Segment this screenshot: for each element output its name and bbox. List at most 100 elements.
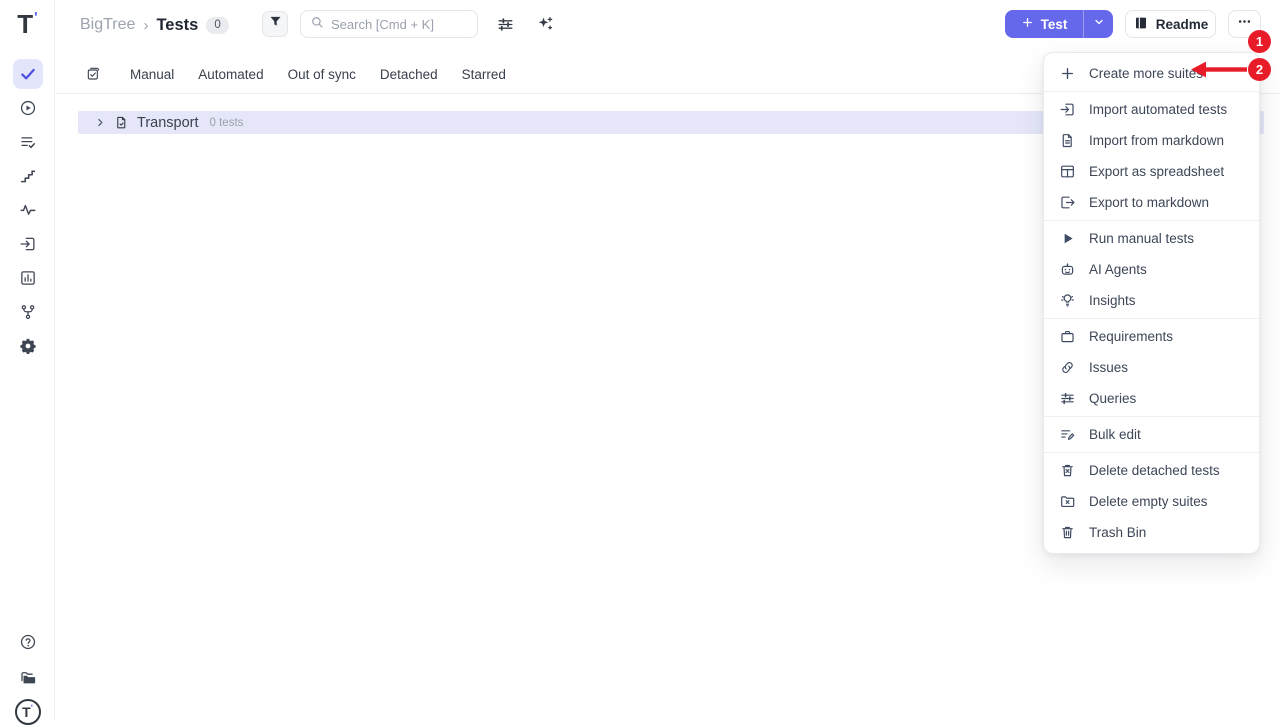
menu-item-export-to-markdown[interactable]: Export to markdown [1044, 187, 1259, 218]
menu-item-trash-bin[interactable]: Trash Bin [1044, 517, 1259, 548]
folder-x-icon [1059, 493, 1076, 510]
account-avatar[interactable]: T' [15, 699, 41, 725]
menu-divider [1044, 91, 1259, 92]
sliders-icon [496, 21, 515, 38]
menu-item-queries[interactable]: Queries [1044, 383, 1259, 414]
menu-divider [1044, 220, 1259, 221]
sidebar-item-branches[interactable] [13, 297, 43, 327]
create-test-split-button[interactable]: Test [1005, 10, 1113, 38]
create-test-label: Test [1041, 17, 1068, 32]
sidebar-item-analytics[interactable] [13, 195, 43, 225]
menu-item-label: AI Agents [1089, 262, 1147, 277]
play-icon [1059, 230, 1076, 247]
menu-divider [1044, 416, 1259, 417]
annotation-step-2-badge: 2 [1248, 58, 1271, 81]
tab-manual[interactable]: Manual [130, 67, 174, 82]
search-box[interactable] [300, 10, 478, 38]
annotation-arrow-icon [1191, 59, 1247, 80]
view-settings-button[interactable] [496, 15, 515, 39]
menu-item-label: Issues [1089, 360, 1128, 375]
tab-starred[interactable]: Starred [462, 67, 506, 82]
menu-item-label: Delete detached tests [1089, 463, 1220, 478]
menu-divider [1044, 452, 1259, 453]
page-title: Tests [156, 16, 198, 35]
readme-label: Readme [1156, 17, 1209, 32]
logo-tick: ' [34, 9, 38, 26]
breadcrumb: BigTree › Tests 0 [80, 13, 229, 37]
bulk-edit-icon [1059, 426, 1076, 443]
menu-item-export-as-spreadsheet[interactable]: Export as spreadsheet [1044, 156, 1259, 187]
suite-doc-check-icon [114, 115, 129, 130]
menu-item-label: Run manual tests [1089, 231, 1194, 246]
tests-count-badge: 0 [206, 17, 228, 34]
menu-item-delete-empty-suites[interactable]: Delete empty suites [1044, 486, 1259, 517]
sidebar-item-reports[interactable] [13, 263, 43, 293]
menu-item-label: Requirements [1089, 329, 1173, 344]
export-icon [1059, 194, 1076, 211]
tab-detached[interactable]: Detached [380, 67, 438, 82]
suite-test-count: 0 tests [210, 117, 244, 129]
chevron-right-icon[interactable] [95, 117, 106, 128]
sidebar-bottom: T' [0, 627, 55, 725]
create-test-dropdown-button[interactable] [1084, 10, 1113, 38]
import-icon [1059, 101, 1076, 118]
menu-item-import-automated-tests[interactable]: Import automated tests [1044, 94, 1259, 125]
table-icon [1059, 163, 1076, 180]
sidebar-item-help[interactable] [13, 627, 43, 657]
sidebar-item-import[interactable] [13, 229, 43, 259]
readme-button[interactable]: Readme [1125, 10, 1216, 38]
filter-button[interactable] [262, 11, 288, 37]
menu-item-label: Delete empty suites [1089, 494, 1208, 509]
menu-item-ai-agents[interactable]: AI Agents [1044, 254, 1259, 285]
funnel-icon [268, 14, 283, 34]
avatar-letter: T [22, 704, 31, 720]
bulb-icon [1059, 292, 1076, 309]
menu-item-bulk-edit[interactable]: Bulk edit [1044, 419, 1259, 450]
tab-bar: Manual Automated Out of sync Detached Starre… [130, 60, 506, 88]
menu-item-label: Import from markdown [1089, 133, 1224, 148]
menu-item-delete-detached-tests[interactable]: Delete detached tests [1044, 455, 1259, 486]
search-input[interactable] [331, 17, 468, 32]
link-icon [1059, 359, 1076, 376]
menu-item-label: Insights [1089, 293, 1136, 308]
menu-item-run-manual-tests[interactable]: Run manual tests [1044, 223, 1259, 254]
briefcase-icon [1059, 328, 1076, 345]
menu-item-label: Trash Bin [1089, 525, 1146, 540]
ai-assist-button[interactable] [536, 14, 555, 38]
breadcrumb-project[interactable]: BigTree [80, 16, 135, 34]
menu-item-label: Export to markdown [1089, 195, 1209, 210]
ellipsis-icon [1237, 14, 1252, 34]
menu-item-label: Export as spreadsheet [1089, 164, 1224, 179]
menu-item-label: Bulk edit [1089, 427, 1141, 442]
menu-item-issues[interactable]: Issues [1044, 352, 1259, 383]
sidebar-item-projects[interactable] [13, 663, 43, 693]
sidebar-item-steps[interactable] [13, 161, 43, 191]
breadcrumb-separator-icon: › [143, 17, 148, 34]
more-actions-menu: Create more suites Import automated tests… [1043, 52, 1260, 554]
menu-item-label: Import automated tests [1089, 102, 1227, 117]
trash-x-icon [1059, 462, 1076, 479]
sidebar-item-plans[interactable] [13, 127, 43, 157]
tab-out-of-sync[interactable]: Out of sync [288, 67, 356, 82]
menu-item-requirements[interactable]: Requirements [1044, 321, 1259, 352]
suite-name: Transport [137, 115, 199, 131]
sidebar-nav [0, 59, 55, 361]
annotation-step-1-badge: 1 [1248, 30, 1271, 53]
robot-icon [1059, 261, 1076, 278]
menu-item-insights[interactable]: Insights [1044, 285, 1259, 316]
tab-automated[interactable]: Automated [198, 67, 263, 82]
plus-icon [1021, 16, 1034, 32]
menu-item-import-from-markdown[interactable]: Import from markdown [1044, 125, 1259, 156]
select-all-icon [85, 69, 101, 86]
sidebar-item-settings[interactable] [13, 331, 43, 361]
avatar-tick: ' [31, 703, 33, 713]
app-logo-icon[interactable]: T' [0, 8, 55, 40]
chevron-down-icon [1093, 15, 1105, 33]
create-test-button[interactable]: Test [1005, 10, 1084, 38]
sparkles-icon [536, 20, 555, 37]
sidebar-item-runs[interactable] [13, 93, 43, 123]
select-all-button[interactable] [85, 66, 101, 87]
sidebar-item-tests[interactable] [13, 59, 43, 89]
logo-letter: T [17, 9, 33, 40]
menu-item-label: Create more suites [1089, 66, 1203, 81]
